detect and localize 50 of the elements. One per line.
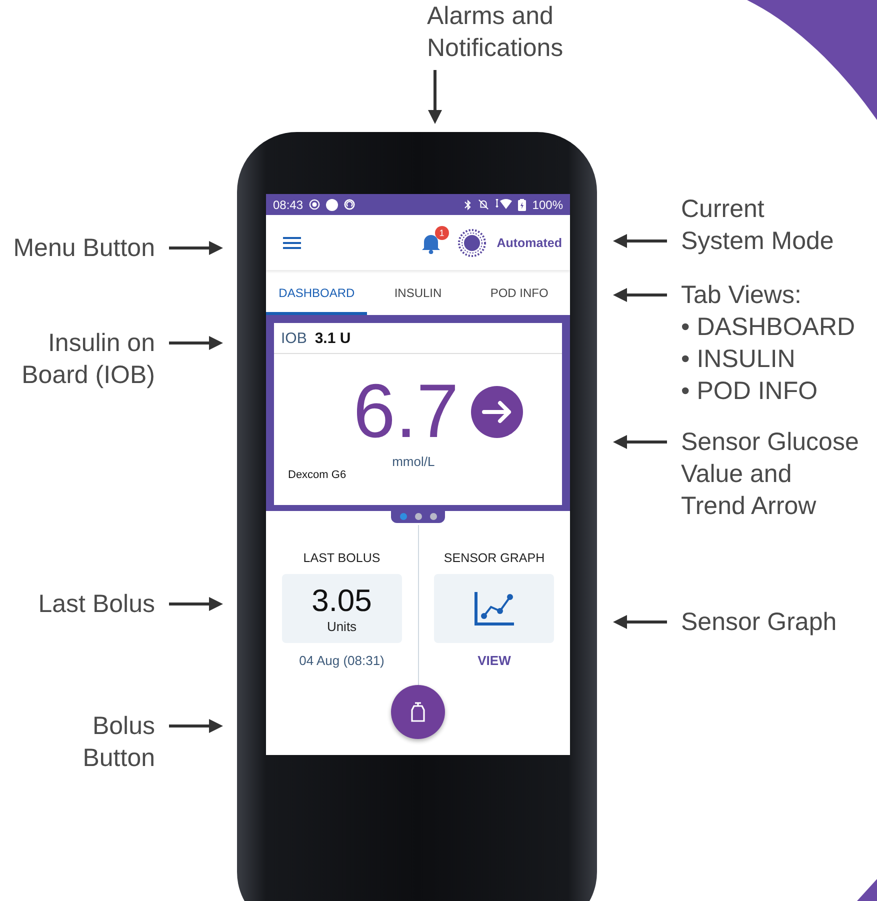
sensor-graph-tile[interactable] xyxy=(434,574,554,643)
last-bolus-value: 3.05 xyxy=(312,583,372,619)
pointer-arrow xyxy=(169,596,223,612)
callout-label: Menu Button xyxy=(13,233,155,264)
pointer-arrow xyxy=(613,287,667,303)
page-dot[interactable] xyxy=(400,513,406,520)
page-dot[interactable] xyxy=(430,513,436,520)
pointer-arrow xyxy=(169,240,223,256)
pointer-arrow xyxy=(427,70,443,124)
callout-label: Sensor Glucose Value and Trend Arrow xyxy=(681,427,859,522)
callout-label: Bolus Button xyxy=(82,711,155,774)
battery-icon xyxy=(518,198,526,210)
last-bolus-title: LAST BOLUS xyxy=(303,551,380,565)
callout-label: Current System Mode xyxy=(681,194,834,257)
last-bolus-date: 04 Aug (08:31) xyxy=(299,653,384,668)
callout-label: Last Bolus xyxy=(38,589,155,620)
callout-label: Insulin on Board (IOB) xyxy=(22,328,155,391)
pointer-arrow xyxy=(613,233,667,249)
battery-percent: 100% xyxy=(532,198,563,212)
callout-label: Sensor Graph xyxy=(681,607,837,638)
iob-label: IOB xyxy=(281,330,307,346)
callout-label: Alarms and Notifications xyxy=(427,1,564,64)
pointer-arrow xyxy=(613,614,667,630)
corner-swoosh-drawing xyxy=(857,879,877,901)
circle-symbol-icon xyxy=(344,199,356,210)
sensor-source: Dexcom G6 xyxy=(288,469,346,481)
view-link[interactable]: VIEW xyxy=(478,653,511,668)
last-bolus-unit: Units xyxy=(326,619,357,634)
bluetooth-icon xyxy=(464,198,472,210)
status-time: 08:43 xyxy=(273,198,304,212)
callout-label: Tab Views: • DASHBOARD • INSULIN • POD INFO xyxy=(681,280,856,407)
page-dot[interactable] xyxy=(414,513,422,520)
bolus-button[interactable] xyxy=(391,685,445,739)
system-mode-label: Automated xyxy=(496,236,562,250)
glucose-value: 6.7 xyxy=(353,372,459,452)
record-icon xyxy=(309,199,320,210)
pointer-arrow xyxy=(169,718,223,734)
muted-bell-icon xyxy=(478,199,490,210)
pointer-arrow xyxy=(169,335,223,351)
glucose-unit: mmol/L xyxy=(392,454,435,469)
line-chart-icon xyxy=(474,592,514,626)
sensor-graph-title: SENSOR GRAPH xyxy=(444,551,545,565)
pointer-arrow xyxy=(613,434,667,450)
notification-badge: 1 xyxy=(434,226,449,240)
system-mode-icon xyxy=(456,228,487,258)
wifi-icon xyxy=(495,199,512,210)
dot-icon xyxy=(326,198,338,210)
iob-value: 3.1 U xyxy=(314,330,351,346)
menu-icon[interactable] xyxy=(283,236,301,250)
insulin-vial-icon xyxy=(411,702,425,722)
